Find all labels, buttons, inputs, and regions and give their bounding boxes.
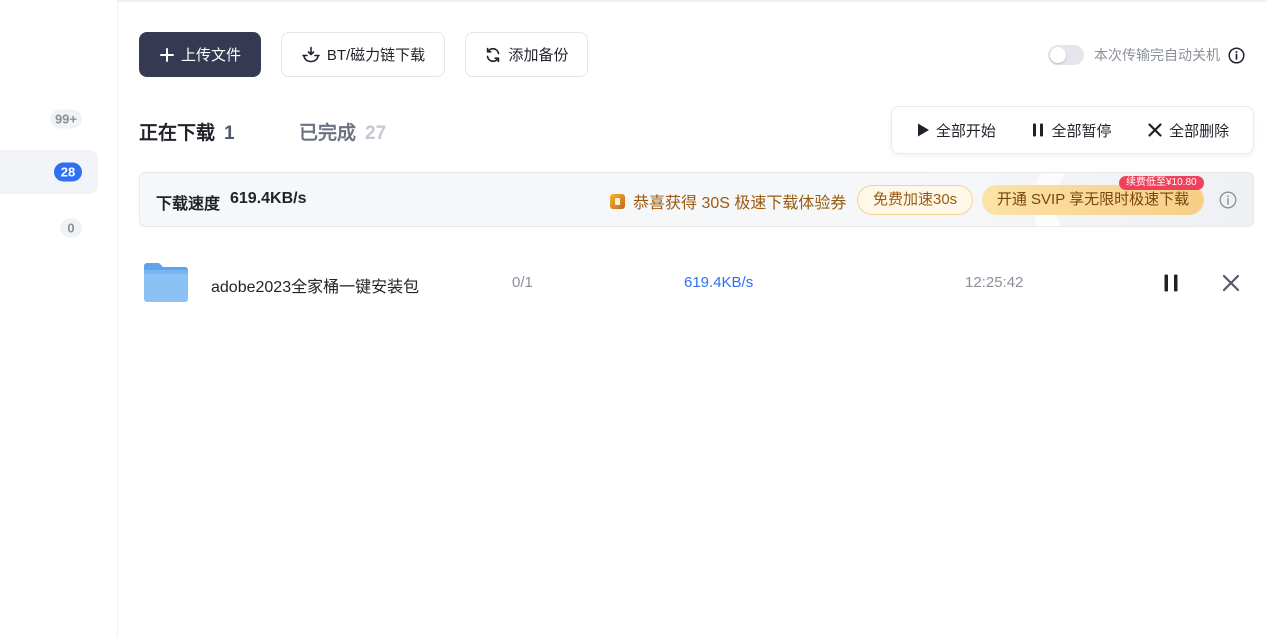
coupon-icon [610,193,625,209]
plus-icon [159,47,175,63]
sidebar: 99+ 28 0 [0,0,118,637]
pause-icon [1031,122,1045,138]
add-backup-label: 添加备份 [508,47,569,64]
tab-downloading-count: 1 [224,123,235,144]
tab-downloading-label: 正在下载 [139,123,216,144]
download-speed-value: 619.4KB/s [230,190,307,207]
bulk-actions-bar: 全部开始 全部暂停 全部删除 [891,106,1254,154]
auto-shutdown-setting: 本次传输完自动关机 [1048,44,1245,66]
close-icon [1222,274,1240,292]
folder-icon [143,261,189,303]
sidebar-count-badge: 28 [54,162,82,182]
sidebar-count-badge: 99+ [49,109,82,129]
task-progress: 0/1 [512,274,533,291]
tab-downloading[interactable]: 正在下载 1 [139,118,235,145]
pause-icon [1164,274,1178,292]
info-icon[interactable] [1228,46,1245,64]
bt-link-icon [301,46,321,64]
promo-message: 恭喜获得 30S 极速下载体验券 [610,189,846,213]
upload-file-button[interactable]: 上传文件 [139,32,261,77]
upload-file-label: 上传文件 [180,47,241,64]
task-remaining-time: 12:25:42 [965,274,1024,291]
tab-completed[interactable]: 已完成 27 [299,118,386,145]
top-divider [0,0,1267,2]
sidebar-item-3[interactable]: 0 [0,206,98,250]
add-backup-button[interactable]: 添加备份 [465,32,588,77]
start-all-label: 全部开始 [935,122,996,140]
bt-magnet-download-button[interactable]: BT/磁力链下载 [281,32,445,77]
delete-task-button[interactable] [1220,272,1242,294]
download-speed-label: 下载速度 [156,196,221,213]
play-icon [916,122,930,138]
pause-all-button[interactable]: 全部暂停 [1031,120,1111,141]
delete-all-label: 全部删除 [1169,122,1230,140]
sidebar-count-badge: 0 [60,218,82,238]
start-all-button[interactable]: 全部开始 [916,120,996,141]
refresh-icon [484,46,502,64]
pause-task-button[interactable] [1160,272,1182,294]
pause-all-label: 全部暂停 [1051,122,1112,140]
close-icon [1147,122,1163,138]
auto-shutdown-label: 本次传输完自动关机 [1094,47,1220,63]
info-icon[interactable] [1219,191,1237,209]
svip-price-tag: 续费低至¥10.80 [1119,176,1204,190]
tab-completed-count: 27 [365,123,387,144]
toggle-knob [1050,47,1066,63]
free-accelerate-button[interactable]: 免费加速30s [857,185,974,215]
download-task-row[interactable]: adobe2023全家桶一键安装包 0/1 619.4KB/s 12:25:42 [139,252,1254,312]
promo-text: 恭喜获得 30S 极速下载体验券 [633,195,847,212]
sidebar-item-1[interactable]: 99+ [0,97,98,141]
task-speed: 619.4KB/s [684,274,754,291]
auto-shutdown-toggle[interactable] [1048,45,1084,65]
bt-magnet-download-label: BT/磁力链下载 [326,47,426,64]
tab-completed-label: 已完成 [299,123,357,144]
task-name: adobe2023全家桶一键安装包 [211,279,420,296]
delete-all-button[interactable]: 全部删除 [1147,120,1229,141]
sidebar-item-2[interactable]: 28 [0,150,98,194]
download-speed-banner: 下载速度 619.4KB/s 恭喜获得 30S 极速下载体验券 免费加速30s … [139,172,1254,227]
